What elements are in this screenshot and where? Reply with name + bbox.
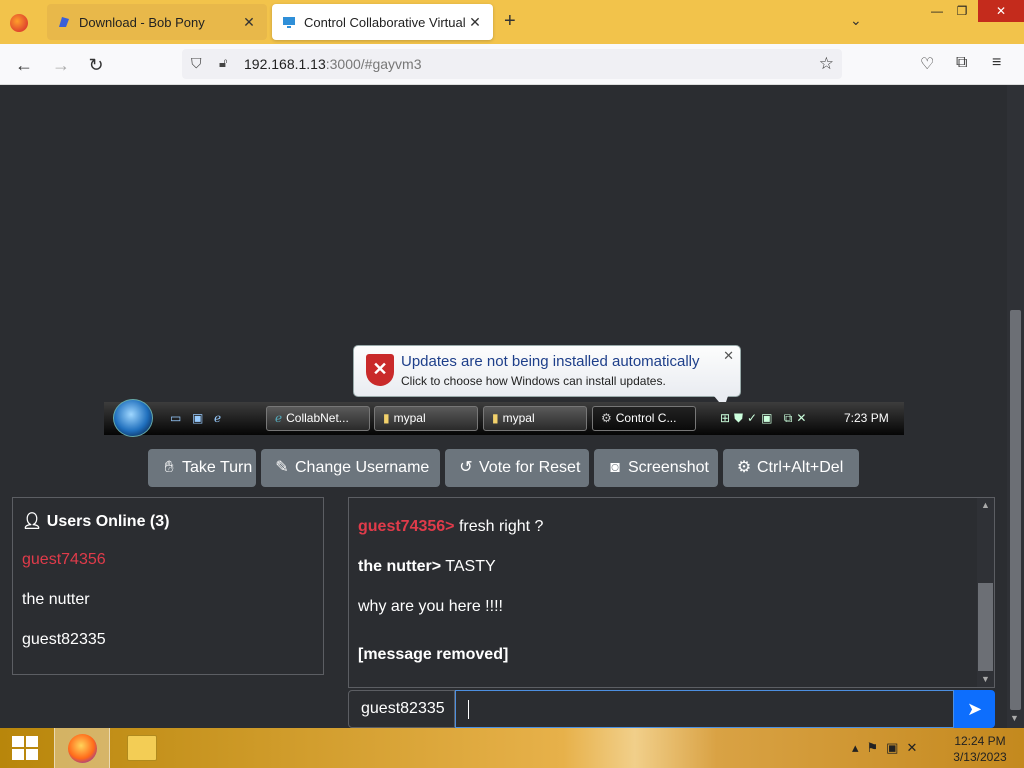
- window-close-button[interactable]: ✕: [978, 0, 1024, 22]
- url-bar[interactable]: ⛉ 🔓︎ 192.168.1.13:3000/#gayvm3 ☆: [182, 49, 842, 79]
- gear-icon: ⚙: [736, 459, 752, 476]
- show-desktop-icon[interactable]: ▭: [170, 411, 186, 425]
- camera-icon: ◙: [610, 459, 620, 476]
- mypal-icon: ▮: [383, 411, 390, 425]
- collabvm-page: ✕ Updates are not being installed automa…: [0, 85, 1007, 728]
- vm-control-buttons: ✋︎ Take Turn ✎ Change Username ↺ Vote for R…: [0, 449, 1007, 487]
- vm-start-orb-icon[interactable]: [113, 399, 153, 437]
- chat-scrollbar[interactable]: ▲ ▼: [977, 498, 994, 687]
- chat-message: why are you here !!!!: [358, 598, 503, 615]
- window-restore-button[interactable]: ❐: [945, 0, 979, 22]
- tab-collabvm[interactable]: Control Collaborative Virtual M ✕: [272, 4, 493, 40]
- close-tab-icon[interactable]: ✕: [467, 14, 483, 31]
- pocket-icon[interactable]: ♡: [920, 54, 934, 74]
- ie-icon: ℯ: [275, 411, 283, 425]
- balloon-close-icon[interactable]: ✕: [723, 348, 734, 364]
- host-taskbar: ▴⚑▣✕ 12:24 PM 3/13/2023: [0, 728, 1024, 768]
- vm-taskbar-button[interactable]: ℯ CollabNet...: [266, 406, 370, 431]
- paper-plane-icon: ➤: [966, 699, 983, 719]
- url-text[interactable]: 192.168.1.13:3000/#gayvm3: [244, 56, 421, 72]
- take-turn-button[interactable]: ✋︎ Take Turn: [148, 449, 256, 487]
- hand-icon: ✋︎: [164, 459, 174, 476]
- bookmark-star-icon[interactable]: ☆: [819, 54, 834, 74]
- firefox-taskbar-button[interactable]: [54, 728, 110, 768]
- back-arrow-icon[interactable]: ←: [13, 54, 35, 76]
- vm-taskbar-button[interactable]: ▮ mypal: [483, 406, 587, 431]
- chat-log[interactable]: guest74356> fresh right ? the nutter> TA…: [348, 497, 995, 688]
- monitor-favicon-icon: [283, 17, 295, 28]
- host-clock[interactable]: 12:24 PM 3/13/2023: [950, 733, 1010, 765]
- file-explorer-icon[interactable]: [127, 735, 157, 761]
- security-shield-icon: ✕: [366, 354, 394, 386]
- update-balloon-notification[interactable]: ✕ Updates are not being installed automa…: [353, 345, 741, 408]
- undo-icon: ↺: [459, 459, 473, 476]
- new-tab-button[interactable]: +: [504, 10, 516, 33]
- browser-tabstrip: Download - Bob Pony ✕ Control Collaborat…: [0, 0, 1024, 44]
- vm-taskbar-button[interactable]: ⚙ Control C...: [592, 406, 696, 431]
- close-tab-icon[interactable]: ✕: [241, 14, 257, 31]
- scroll-up-icon[interactable]: ▲: [981, 500, 990, 510]
- firefox-menu-icon[interactable]: [10, 14, 28, 32]
- chat-message: [message removed]: [358, 646, 509, 663]
- firefox-icon: [68, 734, 97, 763]
- cmd-icon: ⚙: [601, 411, 612, 425]
- tab-label: Download - Bob Pony: [79, 14, 205, 30]
- vm-clock[interactable]: 7:23 PM: [844, 411, 889, 425]
- text-caret: [468, 700, 469, 719]
- user-list-item[interactable]: guest82335: [22, 631, 106, 649]
- screenshot-button[interactable]: ◙ Screenshot: [594, 449, 718, 487]
- insecure-lock-icon[interactable]: 🔓︎: [219, 55, 227, 71]
- vote-reset-button[interactable]: ↺ Vote for Reset: [445, 449, 589, 487]
- balloon-subtitle: Click to choose how Windows can install …: [401, 374, 666, 388]
- switch-windows-icon[interactable]: ▣: [192, 411, 208, 425]
- vm-tray-icons[interactable]: ⊞⛊✓▣ ⧉✕: [720, 411, 810, 426]
- mypal-icon: ▮: [492, 411, 499, 425]
- user-icon: 👤︎: [22, 513, 47, 530]
- page-scrollbar[interactable]: ▼: [1007, 85, 1024, 728]
- host-tray-icons[interactable]: ▴⚑▣✕: [852, 740, 925, 756]
- app-menu-icon[interactable]: ≡: [992, 54, 1001, 72]
- send-button[interactable]: ➤: [954, 690, 995, 728]
- ctrl-alt-del-button[interactable]: ⚙ Ctrl+Alt+Del: [723, 449, 859, 487]
- balloon-title: Updates are not being installed automati…: [401, 353, 700, 370]
- chat-username-label: guest82335: [348, 690, 455, 728]
- bobpony-favicon-icon: [59, 17, 69, 27]
- user-list-item[interactable]: the nutter: [22, 591, 90, 609]
- scroll-down-icon[interactable]: ▼: [981, 674, 990, 684]
- tracking-shield-icon[interactable]: ⛉: [191, 55, 202, 72]
- list-all-tabs-icon[interactable]: ⌄: [850, 12, 862, 29]
- internet-explorer-icon[interactable]: ℯ: [214, 411, 230, 425]
- change-username-button[interactable]: ✎ Change Username: [261, 449, 440, 487]
- chat-scroll-thumb[interactable]: [978, 583, 993, 671]
- chat-message: the nutter> TASTY: [358, 558, 496, 575]
- users-online-panel: 👤︎ Users Online (3) guest74356 the nutte…: [12, 497, 324, 675]
- tab-label: Control Collaborative Virtual M: [304, 14, 467, 30]
- chat-message: guest74356> fresh right ?: [358, 518, 544, 535]
- scroll-down-icon[interactable]: ▼: [1010, 713, 1019, 723]
- extensions-icon[interactable]: ⧉: [956, 54, 967, 72]
- vm-taskbar-button[interactable]: ▮ mypal: [374, 406, 478, 431]
- windows-start-icon[interactable]: [12, 736, 38, 760]
- user-list-item[interactable]: guest74356: [22, 551, 106, 569]
- forward-arrow-icon[interactable]: →: [50, 54, 72, 76]
- chat-message-input[interactable]: [455, 690, 954, 728]
- tab-bobpony[interactable]: Download - Bob Pony ✕: [47, 4, 267, 40]
- users-header: 👤︎ Users Online (3): [22, 513, 170, 530]
- reload-icon[interactable]: ↻: [85, 54, 107, 76]
- page-scroll-thumb[interactable]: [1010, 310, 1021, 710]
- vm-taskbar[interactable]: ▭ ▣ ℯ ℯ CollabNet... ▮ mypal ▮ mypal ⚙ Contr…: [104, 399, 904, 437]
- user-edit-icon: ✎: [275, 459, 289, 476]
- browser-navbar: ← → ↻ ⛉ 🔓︎ 192.168.1.13:3000/#gayvm3 ☆ ♡…: [0, 44, 1024, 85]
